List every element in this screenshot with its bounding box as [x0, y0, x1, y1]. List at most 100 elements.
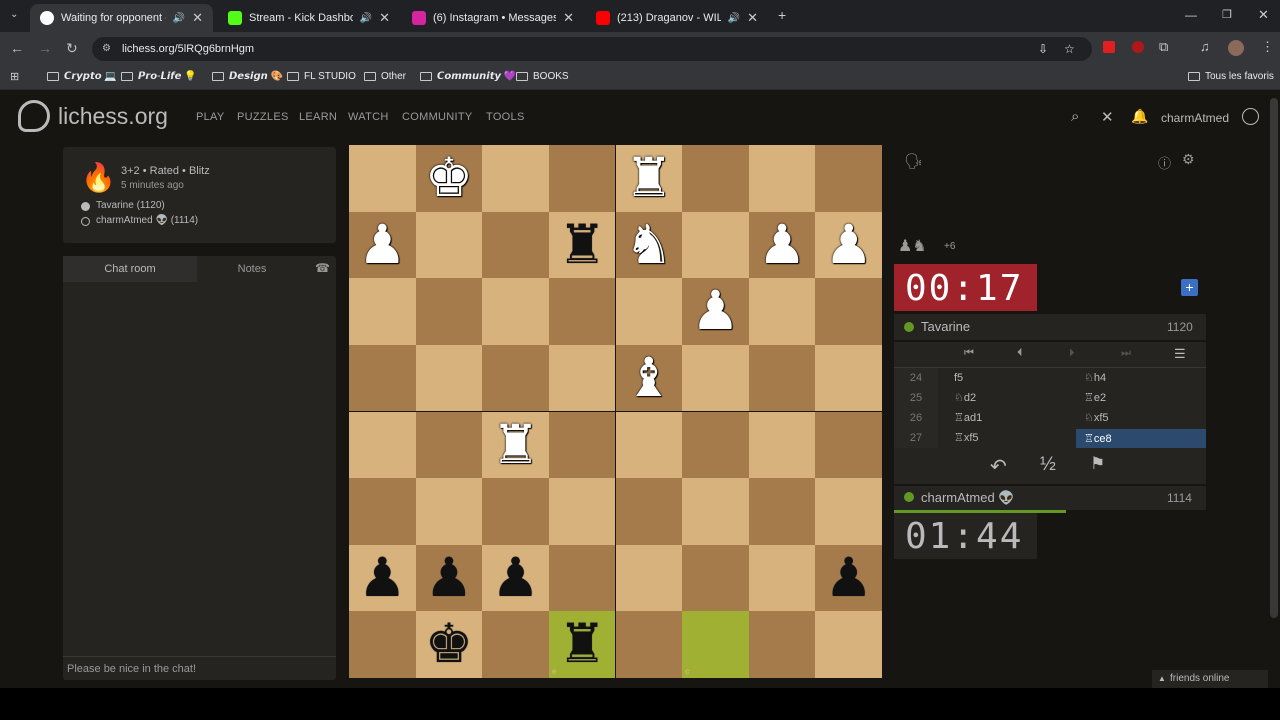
move-white[interactable]: ♖ad1 — [954, 408, 982, 428]
board-square[interactable] — [548, 278, 616, 345]
chess-piece[interactable]: ♞ — [616, 212, 683, 279]
board-square[interactable] — [482, 478, 549, 545]
chat-input[interactable]: Please be nice in the chat! — [63, 656, 336, 680]
white-player-link[interactable]: Tavarine (1120) — [96, 200, 165, 211]
bookmark-folder[interactable]: FL STUDIO — [287, 71, 356, 82]
board-square[interactable] — [349, 344, 416, 412]
next-move-icon[interactable]: ⏵ — [1069, 347, 1075, 360]
bookmark-star-icon[interactable]: ☆ — [1064, 37, 1075, 61]
chess-board[interactable]: ♚ ♜ ♟ ♜ ♞ ♟ ♟ ♟ ♝ ♜ ♟ ♟ ♟ ♟ ♚ ♜ 1 2 3 4 5 6 7 8 h g f e d c b a — [349, 145, 882, 678]
menu-icon[interactable]: ⋮ — [1261, 39, 1274, 55]
user-menu[interactable]: charmAtmed — [1161, 111, 1229, 125]
board-square[interactable] — [349, 145, 416, 212]
chess-piece[interactable]: ♝ — [616, 345, 683, 412]
board-square[interactable] — [615, 278, 683, 345]
board-square[interactable] — [748, 611, 816, 678]
board-square[interactable] — [748, 478, 816, 545]
board-square[interactable] — [682, 411, 749, 479]
move-white[interactable]: ♘d2 — [954, 388, 976, 408]
media-control-icon[interactable]: ♫ — [1200, 39, 1210, 54]
nav-play[interactable]: PLAY — [196, 111, 225, 123]
reload-icon[interactable]: ↻ — [66, 40, 78, 57]
board-square[interactable] — [682, 145, 749, 212]
bookmark-folder[interactable]: Other — [364, 71, 406, 82]
board-square[interactable] — [815, 344, 882, 412]
extension-icon[interactable] — [1103, 41, 1115, 53]
move-black[interactable]: ♘xf5 — [1084, 408, 1109, 428]
chess-piece[interactable]: ♚ — [416, 145, 483, 212]
minimize-icon[interactable]: — — [1185, 8, 1197, 22]
board-square[interactable] — [748, 544, 816, 612]
close-tab-icon[interactable]: ✕ — [563, 10, 574, 26]
site-logo-text[interactable]: lichess.org — [58, 103, 168, 130]
board-square[interactable] — [748, 411, 816, 479]
board-square[interactable] — [682, 611, 749, 678]
profile-avatar[interactable] — [1228, 40, 1244, 56]
board-square[interactable] — [682, 211, 749, 279]
board-square[interactable] — [415, 411, 483, 479]
lichess-logo-icon[interactable] — [18, 100, 50, 132]
url-bar[interactable]: ⚙ lichess.org/5lRQg6brnHgm ⇩ ☆ — [92, 37, 1092, 61]
first-move-icon[interactable]: ⏮ — [964, 347, 974, 360]
menu-hamburger-icon[interactable]: ☰ — [1174, 346, 1186, 362]
board-square[interactable] — [815, 145, 882, 212]
all-bookmarks-folder[interactable]: Tous les favoris — [1188, 71, 1274, 82]
friends-online-button[interactable]: ▲ friends online — [1152, 670, 1268, 688]
close-tab-icon[interactable]: ✕ — [379, 10, 390, 26]
browser-tab[interactable]: (213) Draganov - WILI (Offi 🔊 ✕ — [586, 4, 768, 32]
extensions-icon[interactable]: ⧉ — [1159, 39, 1168, 55]
board-square[interactable] — [349, 278, 416, 345]
chess-piece[interactable]: ♜ — [616, 145, 683, 212]
chess-piece[interactable]: ♟ — [682, 278, 749, 345]
board-square[interactable] — [682, 344, 749, 412]
board-square[interactable] — [548, 344, 616, 412]
board-square[interactable] — [615, 478, 683, 545]
board-square[interactable] — [548, 478, 616, 545]
extension-icon[interactable] — [1132, 41, 1144, 53]
speaker-icon[interactable]: 🔊 — [360, 13, 372, 24]
close-window-icon[interactable]: ✕ — [1258, 7, 1269, 23]
prev-move-icon[interactable]: ⏴ — [1017, 347, 1023, 360]
chess-piece[interactable]: ♟ — [749, 212, 816, 279]
board-square[interactable] — [548, 544, 616, 612]
search-icon[interactable]: ⌕ — [1071, 108, 1079, 125]
board-square[interactable] — [815, 411, 882, 479]
board-square[interactable] — [415, 478, 483, 545]
nav-tools[interactable]: TOOLS — [486, 111, 525, 123]
chess-piece[interactable]: ♟ — [416, 545, 483, 612]
board-square[interactable] — [415, 278, 483, 345]
board-square[interactable] — [748, 344, 816, 412]
chess-piece[interactable]: ♚ — [416, 611, 483, 678]
black-player-link[interactable]: charmAtmed 👽 (1114) — [96, 215, 198, 226]
board-square[interactable] — [349, 411, 416, 479]
apps-grid-icon[interactable]: ⊞ — [10, 70, 19, 83]
board-square[interactable] — [548, 145, 616, 212]
new-tab-icon[interactable]: + — [778, 7, 786, 23]
close-tab-icon[interactable]: ✕ — [192, 10, 203, 26]
board-square[interactable] — [482, 145, 549, 212]
board-square[interactable] — [748, 145, 816, 212]
bookmark-folder[interactable]: 𝘿𝙚𝙨𝙞𝙜𝙣 🎨 — [212, 71, 283, 82]
board-square[interactable] — [682, 478, 749, 545]
browser-tab[interactable]: Waiting for opponent - Pla 🔊 ✕ — [30, 4, 213, 32]
offer-draw-button[interactable]: ½ — [1040, 454, 1056, 476]
board-square[interactable] — [349, 611, 416, 678]
voice-input-icon[interactable]: 🗣 — [904, 152, 923, 170]
bookmark-folder[interactable]: 𝘾𝙤𝙢𝙢𝙪𝙣𝙞𝙩𝙮 💜 — [420, 71, 516, 82]
chess-piece[interactable]: ♟ — [349, 212, 416, 279]
move-black-current[interactable]: ♖ce8 — [1076, 429, 1206, 448]
board-square[interactable] — [815, 478, 882, 545]
board-square[interactable] — [815, 278, 882, 345]
nav-learn[interactable]: LEARN — [299, 111, 337, 123]
tab-chat-room[interactable]: Chat room — [63, 256, 197, 282]
board-square[interactable] — [682, 544, 749, 612]
nav-watch[interactable]: WATCH — [348, 111, 389, 123]
board-square[interactable] — [482, 344, 549, 412]
chess-piece[interactable]: ♟ — [815, 212, 882, 279]
bookmark-folder[interactable]: 𝘾𝙧𝙮𝙥𝙩𝙤 💻 — [47, 71, 117, 82]
nav-puzzles[interactable]: PUZZLES — [237, 111, 289, 123]
bookmark-folder[interactable]: 𝙋𝙧𝙤-𝙇𝙞𝙛𝙚 💡 — [121, 71, 197, 82]
close-tab-icon[interactable]: ✕ — [747, 10, 758, 26]
restore-icon[interactable]: ❐ — [1222, 8, 1232, 21]
move-white[interactable]: f5 — [954, 368, 963, 388]
